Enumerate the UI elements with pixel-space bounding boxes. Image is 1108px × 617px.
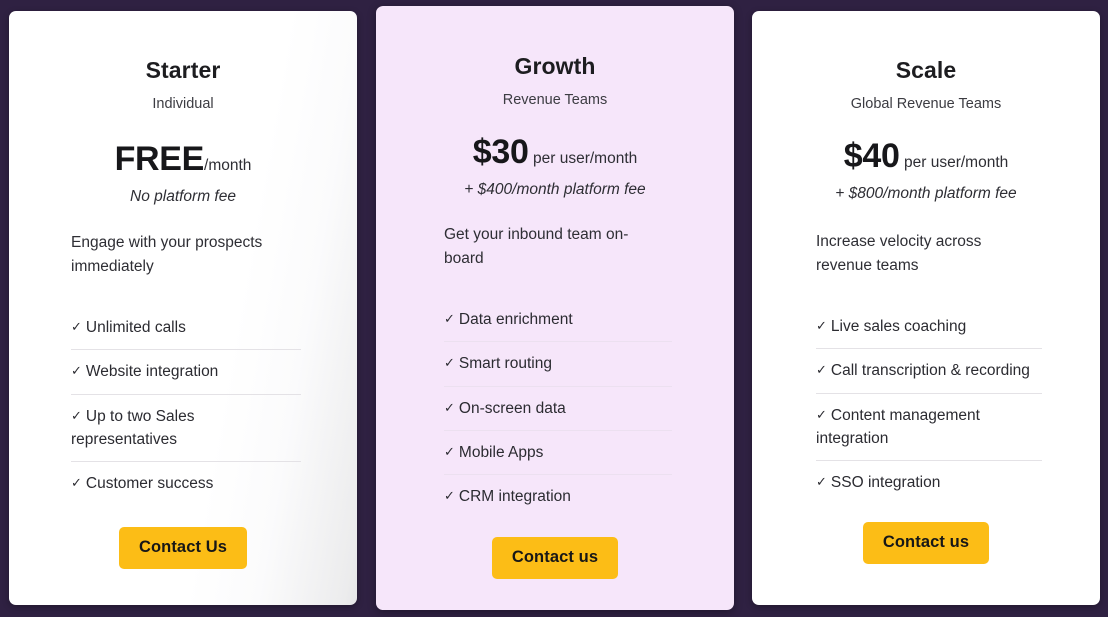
card-header: Scale Global Revenue Teams bbox=[774, 57, 1078, 112]
contact-us-button[interactable]: Contact us bbox=[862, 522, 990, 564]
feature-item: ✓ Mobile Apps bbox=[444, 431, 672, 476]
cta-container: Contact us bbox=[398, 537, 712, 579]
price-note: + $400/month platform fee bbox=[464, 180, 646, 198]
price-block: $30 per user/month + $400/month platform… bbox=[398, 133, 712, 200]
check-icon: ✓ bbox=[816, 474, 827, 490]
feature-label: Mobile Apps bbox=[458, 443, 544, 461]
contact-us-button[interactable]: Contact Us bbox=[118, 527, 248, 569]
plan-tagline: Engage with your prospects immediately bbox=[71, 234, 263, 275]
plan-audience: Individual bbox=[152, 96, 214, 112]
price-amount: $30 bbox=[472, 133, 529, 171]
feature-label: Call transcription & recording bbox=[830, 362, 1030, 380]
pricing-plans-grid: Starter Individual FREE/month No platfor… bbox=[0, 0, 1108, 617]
pricing-card-growth: Growth Revenue Teams $30 per user/month … bbox=[376, 6, 734, 610]
feature-item: ✓ Up to two Sales representatives bbox=[71, 395, 301, 463]
pricing-card-starter: Starter Individual FREE/month No platfor… bbox=[9, 11, 357, 605]
feature-item: ✓ Website integration bbox=[71, 350, 301, 395]
feature-label: Content management integration bbox=[816, 406, 980, 447]
price-line: $40 per user/month bbox=[774, 137, 1078, 175]
check-icon: ✓ bbox=[71, 407, 82, 423]
price-amount: FREE bbox=[114, 140, 205, 178]
plan-tagline: Increase velocity across revenue teams bbox=[816, 233, 982, 274]
check-icon: ✓ bbox=[444, 399, 455, 415]
plan-audience: Revenue Teams bbox=[502, 92, 608, 108]
check-icon: ✓ bbox=[816, 406, 827, 422]
feature-item: ✓ Live sales coaching bbox=[816, 305, 1042, 350]
check-icon: ✓ bbox=[444, 311, 455, 327]
feature-list: ✓ Data enrichment ✓ Smart routing ✓ On-scre… bbox=[398, 298, 712, 518]
feature-item: ✓ Unlimited calls bbox=[71, 306, 301, 351]
feature-list: ✓ Live sales coaching ✓ Call transcription… bbox=[774, 305, 1078, 504]
plan-audience: Global Revenue Teams bbox=[850, 96, 1002, 112]
cta-container: Contact us bbox=[774, 522, 1078, 564]
feature-item: ✓ Customer success bbox=[71, 462, 301, 505]
price-note: No platform fee bbox=[130, 187, 236, 205]
price-note: + $800/month platform fee bbox=[835, 184, 1017, 202]
price-line: $30 per user/month bbox=[398, 133, 712, 171]
price-unit: /month bbox=[204, 157, 252, 174]
feature-label: Data enrichment bbox=[458, 311, 573, 329]
feature-item: ✓ Call transcription & recording bbox=[816, 349, 1042, 394]
feature-label: Smart routing bbox=[458, 355, 552, 373]
feature-item: ✓ CRM integration bbox=[444, 475, 672, 518]
feature-label: Unlimited calls bbox=[85, 319, 186, 337]
feature-list: ✓ Unlimited calls ✓ Website integration ✓ U… bbox=[31, 306, 335, 505]
check-icon: ✓ bbox=[444, 488, 455, 504]
plan-name: Growth bbox=[514, 53, 596, 79]
feature-item: ✓ On-screen data bbox=[444, 387, 672, 431]
card-header: Starter Individual bbox=[31, 57, 335, 112]
price-amount: $40 bbox=[843, 137, 900, 175]
price-block: $40 per user/month + $800/month platform… bbox=[774, 137, 1078, 204]
pricing-card-scale: Scale Global Revenue Teams $40 per user/… bbox=[752, 11, 1100, 605]
cta-container: Contact Us bbox=[31, 527, 335, 569]
feature-item: ✓ Smart routing bbox=[444, 342, 672, 387]
check-icon: ✓ bbox=[71, 319, 82, 335]
price-block: FREE/month No platform fee bbox=[31, 140, 335, 207]
feature-label: Customer success bbox=[85, 475, 214, 493]
check-icon: ✓ bbox=[444, 355, 455, 371]
plan-name: Starter bbox=[145, 57, 221, 83]
price-unit: per user/month bbox=[904, 154, 1009, 171]
feature-item: ✓ Content management integration bbox=[816, 394, 1042, 462]
check-icon: ✓ bbox=[816, 318, 827, 334]
feature-item: ✓ SSO integration bbox=[816, 461, 1042, 504]
feature-label: Up to two Sales representatives bbox=[71, 407, 195, 448]
feature-label: Website integration bbox=[85, 363, 219, 381]
feature-label: On-screen data bbox=[458, 399, 566, 417]
contact-us-button[interactable]: Contact us bbox=[491, 537, 619, 579]
price-unit: per user/month bbox=[533, 150, 638, 167]
feature-label: SSO integration bbox=[830, 474, 941, 492]
feature-label: Live sales coaching bbox=[830, 318, 967, 336]
check-icon: ✓ bbox=[71, 475, 82, 491]
card-header: Growth Revenue Teams bbox=[398, 53, 712, 108]
check-icon: ✓ bbox=[444, 443, 455, 459]
price-line: FREE/month bbox=[31, 140, 335, 178]
plan-name: Scale bbox=[895, 57, 957, 83]
feature-item: ✓ Data enrichment bbox=[444, 298, 672, 343]
plan-tagline: Get your inbound team on-board bbox=[444, 226, 629, 267]
check-icon: ✓ bbox=[816, 362, 827, 378]
check-icon: ✓ bbox=[71, 363, 82, 379]
feature-label: CRM integration bbox=[458, 488, 571, 506]
